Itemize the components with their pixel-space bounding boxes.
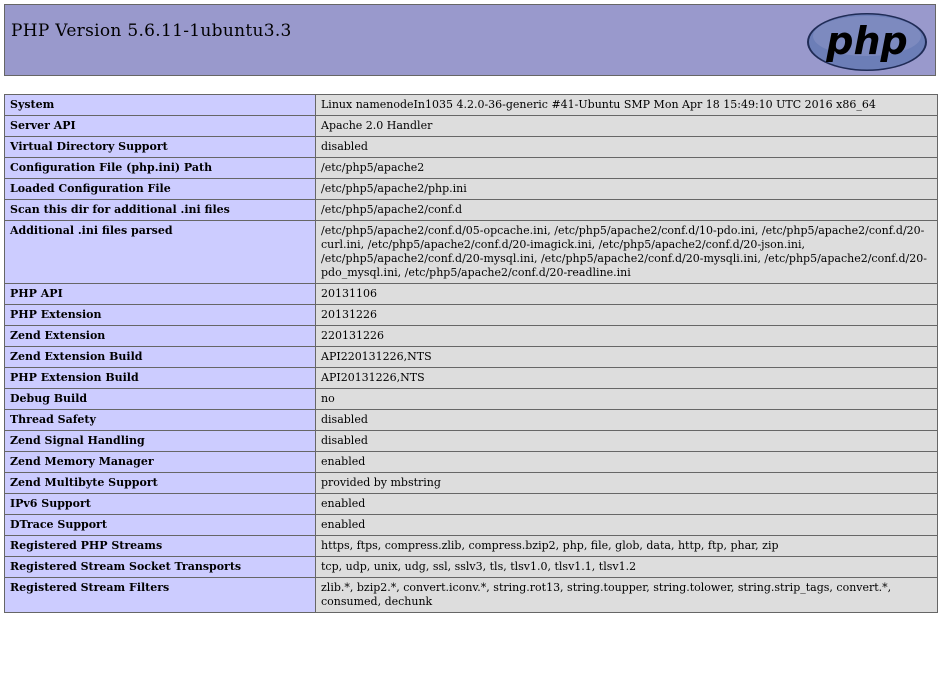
table-row: DTrace Support enabled (4, 514, 938, 536)
table-row: Zend Multibyte Support provided by mbstri… (4, 472, 938, 494)
row-key: Zend Multibyte Support (4, 472, 316, 494)
row-value: disabled (315, 409, 938, 431)
table-row: Thread Safety disabled (4, 409, 938, 431)
row-key: Thread Safety (4, 409, 316, 431)
row-key: Configuration File (php.ini) Path (4, 157, 316, 179)
row-key: PHP Extension (4, 304, 316, 326)
row-value: disabled (315, 136, 938, 158)
row-value: no (315, 388, 938, 410)
row-value: disabled (315, 430, 938, 452)
table-row: Zend Extension 220131226 (4, 325, 938, 347)
row-key: Scan this dir for additional .ini files (4, 199, 316, 221)
table-row: Zend Signal Handling disabled (4, 430, 938, 452)
row-value: 20131226 (315, 304, 938, 326)
row-key: IPv6 Support (4, 493, 316, 515)
row-value: API20131226,NTS (315, 367, 938, 389)
row-key: Registered PHP Streams (4, 535, 316, 557)
row-value: Linux namenodeIn1035 4.2.0-36-generic #4… (315, 94, 938, 116)
row-value: enabled (315, 493, 938, 515)
row-value: enabled (315, 514, 938, 536)
table-row: Debug Build no (4, 388, 938, 410)
table-row: Virtual Directory Support disabled (4, 136, 938, 158)
page-title: PHP Version 5.6.11-1ubuntu3.3 (11, 21, 292, 41)
row-key: PHP Extension Build (4, 367, 316, 389)
table-row: IPv6 Support enabled (4, 493, 938, 515)
row-value: https, ftps, compress.zlib, compress.bzi… (315, 535, 938, 557)
row-value: provided by mbstring (315, 472, 938, 494)
row-key: Registered Stream Filters (4, 577, 316, 613)
table-row: Server API Apache 2.0 Handler (4, 115, 938, 137)
row-key: PHP API (4, 283, 316, 305)
row-value: /etc/php5/apache2 (315, 157, 938, 179)
row-value: 220131226 (315, 325, 938, 347)
row-key: Debug Build (4, 388, 316, 410)
row-value: API220131226,NTS (315, 346, 938, 368)
row-key: System (4, 94, 316, 116)
table-row: Configuration File (php.ini) Path/etc/ph… (4, 157, 938, 179)
table-row: Registered Stream Filters zlib.*, bzip2.*… (4, 577, 938, 613)
row-key: Zend Memory Manager (4, 451, 316, 473)
row-value: zlib.*, bzip2.*, convert.iconv.*, string… (315, 577, 938, 613)
row-value: enabled (315, 451, 938, 473)
row-key: Loaded Configuration File (4, 178, 316, 200)
row-key: Zend Signal Handling (4, 430, 316, 452)
php-logo-text: php (825, 19, 907, 63)
row-value: /etc/php5/apache2/php.ini (315, 178, 938, 200)
page-header: PHP Version 5.6.11-1ubuntu3.3 php (4, 4, 936, 76)
row-value: tcp, udp, unix, udg, ssl, sslv3, tls, tl… (315, 556, 938, 578)
table-row: PHP Extension Build API20131226,NTS (4, 367, 938, 389)
table-row: Zend Extension Build API220131226,NTS (4, 346, 938, 368)
table-row: Registered Stream Socket Transports tcp, … (4, 556, 938, 578)
table-row: Registered PHP Streams https, ftps, compr… (4, 535, 938, 557)
row-key: Zend Extension Build (4, 346, 316, 368)
row-key: Server API (4, 115, 316, 137)
row-key: Zend Extension (4, 325, 316, 347)
table-row: PHP Extension 20131226 (4, 304, 938, 326)
table-row: Scan this dir for additional .ini files /… (4, 199, 938, 221)
php-info-table: System Linux namenodeIn1035 4.2.0-36-gene… (4, 94, 938, 613)
row-value: /etc/php5/apache2/conf.d/05-opcache.ini,… (315, 220, 938, 284)
row-key: Additional .ini files parsed (4, 220, 316, 284)
table-row: Zend Memory Manager enabled (4, 451, 938, 473)
php-logo: php (807, 13, 927, 71)
table-row: Additional .ini files parsed/etc/php5/ap… (4, 220, 938, 284)
row-key: Registered Stream Socket Transports (4, 556, 316, 578)
row-value: 20131106 (315, 283, 938, 305)
row-key: DTrace Support (4, 514, 316, 536)
table-row: Loaded Configuration File/etc/php5/apach… (4, 178, 938, 200)
row-key: Virtual Directory Support (4, 136, 316, 158)
table-row: PHP API 20131106 (4, 283, 938, 305)
row-value: /etc/php5/apache2/conf.d (315, 199, 938, 221)
table-row: System Linux namenodeIn1035 4.2.0-36-gene… (4, 94, 938, 116)
row-value: Apache 2.0 Handler (315, 115, 938, 137)
